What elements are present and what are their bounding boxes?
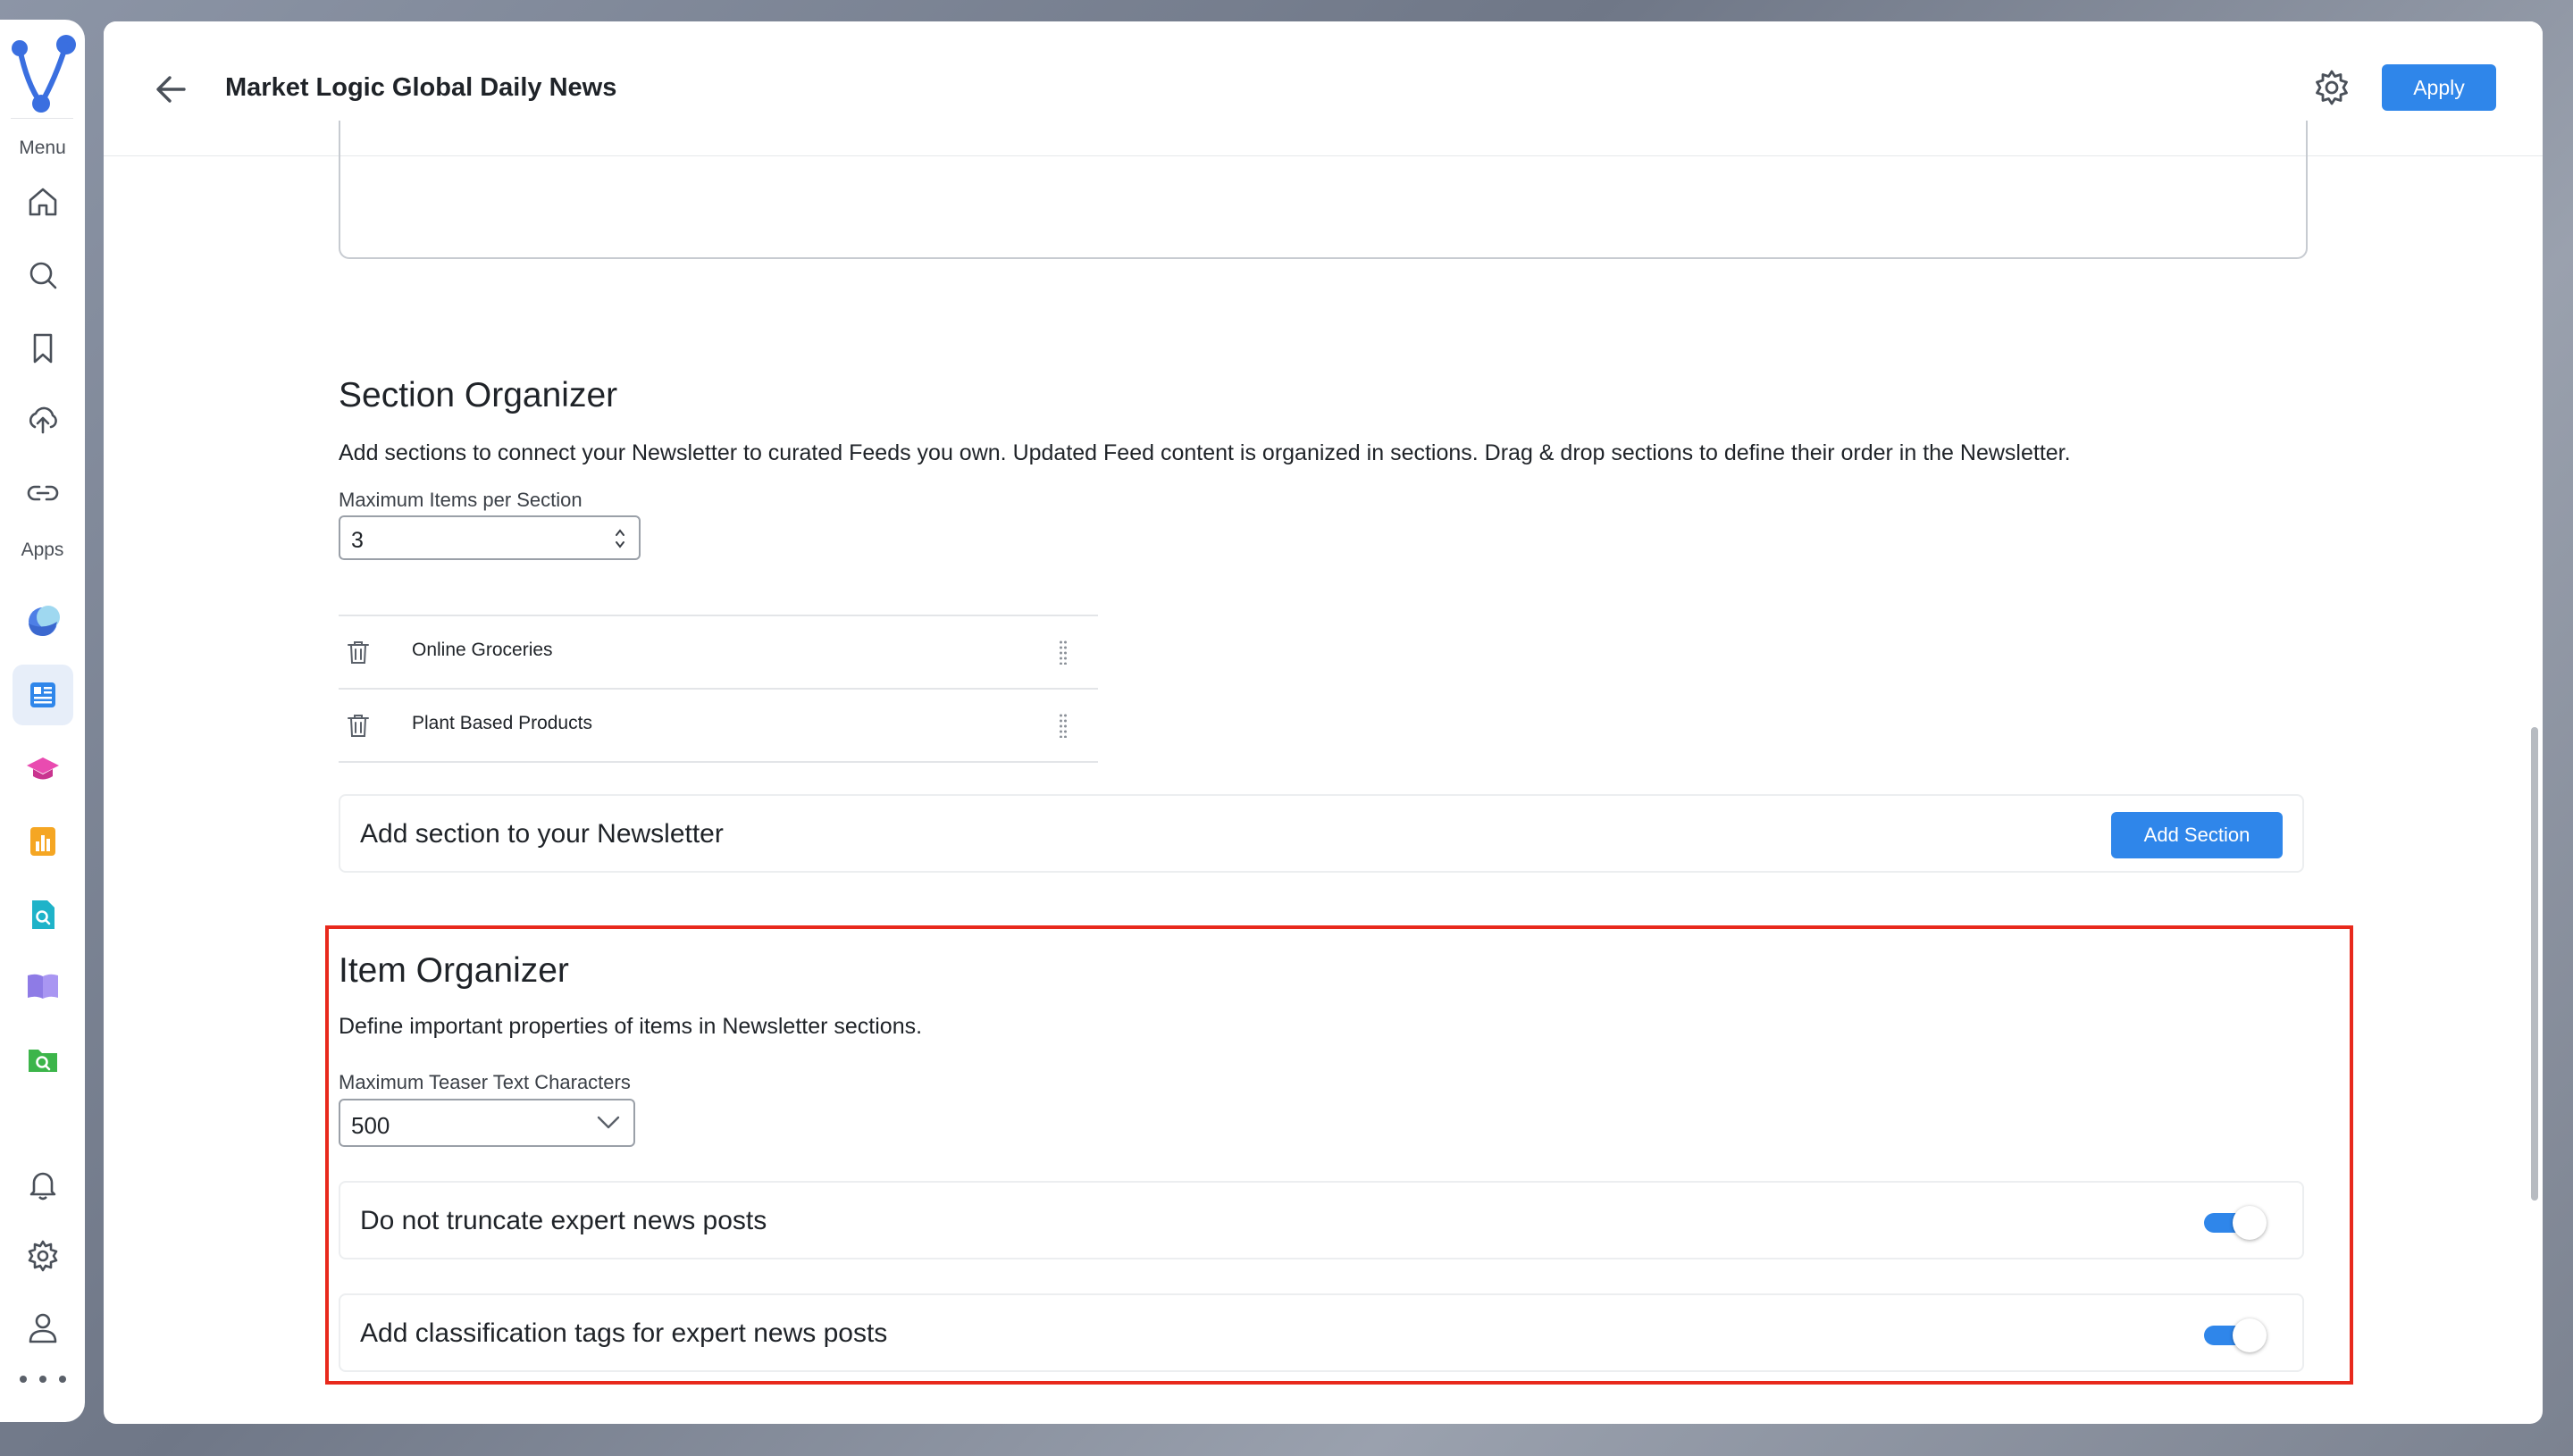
- settings-gear-icon[interactable]: [2312, 68, 2351, 107]
- search-icon[interactable]: [21, 254, 64, 297]
- trash-icon[interactable]: [344, 638, 373, 666]
- section-name: Online Groceries: [412, 640, 553, 660]
- apply-button[interactable]: Apply: [2382, 64, 2496, 111]
- toggle-knob: [2233, 1318, 2267, 1352]
- moon-app-icon[interactable]: [21, 600, 64, 643]
- toggle-card-classification-tags: Add classification tags for expert news …: [339, 1293, 2304, 1372]
- scroll-content: Section Organizer Add sections to connec…: [104, 121, 2543, 1424]
- back-arrow-icon[interactable]: [150, 68, 193, 111]
- section-row[interactable]: Online Groceries: [339, 615, 1098, 688]
- item-organizer-description: Define important properties of items in …: [339, 1014, 923, 1039]
- app-logo-icon[interactable]: [9, 32, 77, 118]
- section-row[interactable]: Plant Based Products: [339, 688, 1098, 763]
- doc-search-app-icon[interactable]: [21, 893, 64, 936]
- section-list: Online Groceries Plant Based Products: [339, 615, 1098, 763]
- trash-icon[interactable]: [344, 711, 373, 740]
- apps-caption: Apps: [21, 540, 64, 560]
- section-organizer-description: Add sections to connect your Newsletter …: [339, 440, 2071, 465]
- max-items-label: Maximum Items per Section: [339, 489, 582, 511]
- vertical-scrollbar[interactable]: [2531, 727, 2538, 1201]
- drag-handle-icon[interactable]: [1059, 640, 1068, 665]
- rail-divider: [11, 118, 73, 119]
- stepper-arrows-icon[interactable]: [614, 526, 626, 551]
- teaser-chars-label: Maximum Teaser Text Characters: [339, 1071, 631, 1093]
- newsletter-app-icon[interactable]: [13, 665, 73, 725]
- no-truncate-toggle[interactable]: [2204, 1206, 2267, 1240]
- bar-chart-app-icon[interactable]: [21, 820, 64, 863]
- book-app-icon[interactable]: [21, 965, 64, 1008]
- menu-caption: Menu: [19, 138, 66, 158]
- item-organizer-heading: Item Organizer: [339, 951, 569, 990]
- teaser-chars-select[interactable]: 500: [339, 1099, 635, 1147]
- newsletter-editor-panel: Market Logic Global Daily News Apply Sec…: [104, 21, 2543, 1424]
- description-textarea[interactable]: [339, 121, 2308, 259]
- cloud-upload-icon[interactable]: [21, 398, 64, 441]
- chevron-down-icon: [597, 1116, 620, 1129]
- link-icon[interactable]: [21, 472, 64, 515]
- bookmark-icon[interactable]: [21, 327, 64, 370]
- classification-tags-toggle[interactable]: [2204, 1318, 2267, 1352]
- teaser-chars-value: 500: [351, 1112, 390, 1139]
- page-title: Market Logic Global Daily News: [225, 73, 617, 102]
- toggle-card-no-truncate: Do not truncate expert news posts: [339, 1181, 2304, 1259]
- gear-icon[interactable]: [21, 1234, 64, 1277]
- toggle-knob: [2233, 1206, 2267, 1240]
- left-nav-rail: Menu Apps: [0, 20, 85, 1422]
- section-organizer-heading: Section Organizer: [339, 376, 618, 414]
- graduation-cap-app-icon[interactable]: [21, 747, 64, 790]
- toggle-label-no-truncate: Do not truncate expert news posts: [360, 1206, 767, 1235]
- add-section-card: Add section to your Newsletter Add Secti…: [339, 794, 2304, 873]
- add-section-button[interactable]: Add Section: [2111, 812, 2283, 858]
- folder-search-app-icon[interactable]: [21, 1038, 64, 1081]
- bell-icon[interactable]: [21, 1163, 64, 1206]
- toggle-label-classification-tags: Add classification tags for expert news …: [360, 1318, 888, 1348]
- add-section-text: Add section to your Newsletter: [360, 819, 724, 849]
- section-name: Plant Based Products: [412, 713, 592, 733]
- drag-handle-icon[interactable]: [1059, 713, 1068, 738]
- home-icon[interactable]: [21, 180, 64, 223]
- max-items-value: 3: [351, 528, 364, 553]
- more-icon[interactable]: [20, 1370, 66, 1388]
- max-items-stepper[interactable]: 3: [339, 515, 641, 560]
- user-icon[interactable]: [21, 1306, 64, 1349]
